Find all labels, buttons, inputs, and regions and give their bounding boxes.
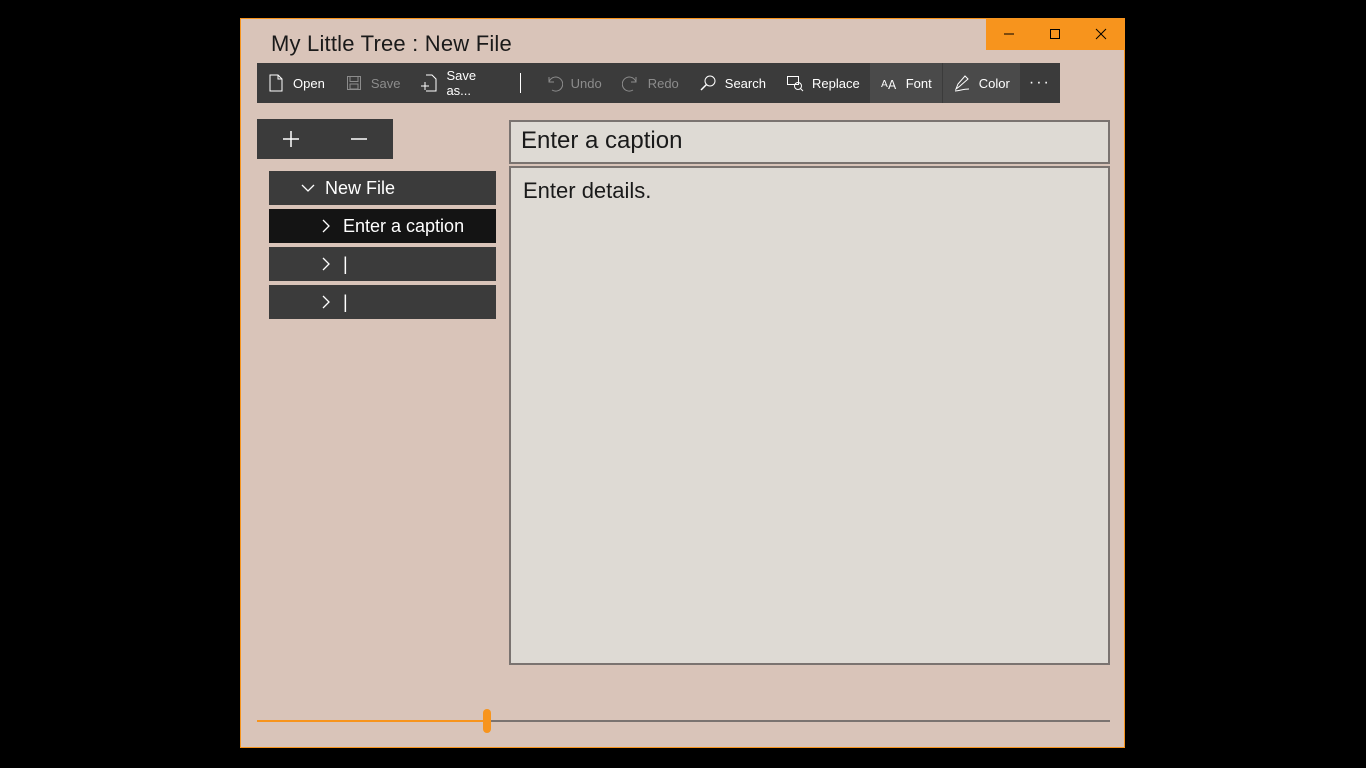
app-window: My Little Tree : New File Open Save Save… <box>240 18 1125 748</box>
tree-root-label: New File <box>325 177 396 198</box>
tree-item[interactable]: Enter a caption <box>269 209 496 243</box>
slider-thumb[interactable] <box>483 709 492 733</box>
save-button[interactable]: Save <box>335 63 411 103</box>
redo-icon <box>621 74 640 92</box>
minus-icon <box>351 138 367 140</box>
open-file-icon <box>267 74 285 92</box>
tree-item-label: | <box>343 291 348 312</box>
more-button[interactable]: ··· <box>1020 63 1060 103</box>
save-icon <box>345 74 363 92</box>
search-label: Search <box>724 75 766 91</box>
font-label: Font <box>905 75 932 91</box>
zoom-slider[interactable] <box>257 709 1110 733</box>
save-label: Save <box>370 75 401 91</box>
search-icon <box>699 74 717 92</box>
command-bar: Open Save Save as... Undo Redo Search Re… <box>257 63 1060 103</box>
chevron-right-icon <box>319 257 333 271</box>
chevron-down-icon <box>301 181 315 195</box>
tree-item-label: | <box>343 253 348 274</box>
tree-item-label: Enter a caption <box>343 215 465 236</box>
open-label: Open <box>293 75 325 91</box>
save-as-button[interactable]: Save as... <box>410 63 503 103</box>
caption-input[interactable]: Enter a caption <box>509 120 1110 164</box>
tree-root-item[interactable]: New File <box>269 171 496 205</box>
save-as-icon <box>420 74 438 92</box>
open-button[interactable]: Open <box>257 63 335 103</box>
remove-node-button[interactable] <box>325 119 393 159</box>
minimize-icon <box>1004 33 1014 35</box>
replace-icon <box>786 74 804 92</box>
search-button[interactable]: Search <box>689 63 776 103</box>
font-icon: AA <box>880 74 898 92</box>
undo-button[interactable]: Undo <box>535 63 612 103</box>
svg-text:A: A <box>888 78 897 92</box>
toolbar-separator <box>519 73 521 93</box>
tree-item[interactable]: | <box>269 285 496 319</box>
font-button[interactable]: AA Font <box>869 63 942 103</box>
add-remove-bar <box>257 119 393 159</box>
redo-button[interactable]: Redo <box>612 63 689 103</box>
tree-item[interactable]: | <box>269 247 496 281</box>
replace-button[interactable]: Replace <box>776 63 870 103</box>
add-node-button[interactable] <box>257 119 325 159</box>
redo-label: Redo <box>647 75 679 91</box>
pen-icon <box>953 74 971 92</box>
save-as-label: Save as... <box>446 68 477 98</box>
close-icon <box>1095 28 1107 40</box>
chevron-right-icon <box>319 295 333 309</box>
color-button[interactable]: Color <box>941 63 1020 103</box>
window-title: My Little Tree : New File <box>271 31 512 56</box>
minimize-button[interactable] <box>986 18 1032 50</box>
maximize-button[interactable] <box>1032 18 1078 50</box>
maximize-icon <box>1050 29 1060 39</box>
plus-icon <box>283 131 299 147</box>
undo-label: Undo <box>570 75 602 91</box>
svg-text:A: A <box>881 79 888 90</box>
details-textarea[interactable]: Enter details. <box>509 166 1110 665</box>
close-button[interactable] <box>1078 18 1124 50</box>
color-label: Color <box>978 75 1010 91</box>
undo-icon <box>545 74 563 92</box>
caption-buttons <box>986 18 1125 50</box>
replace-label: Replace <box>811 75 860 91</box>
slider-fill <box>257 720 488 722</box>
chevron-right-icon <box>319 219 333 233</box>
